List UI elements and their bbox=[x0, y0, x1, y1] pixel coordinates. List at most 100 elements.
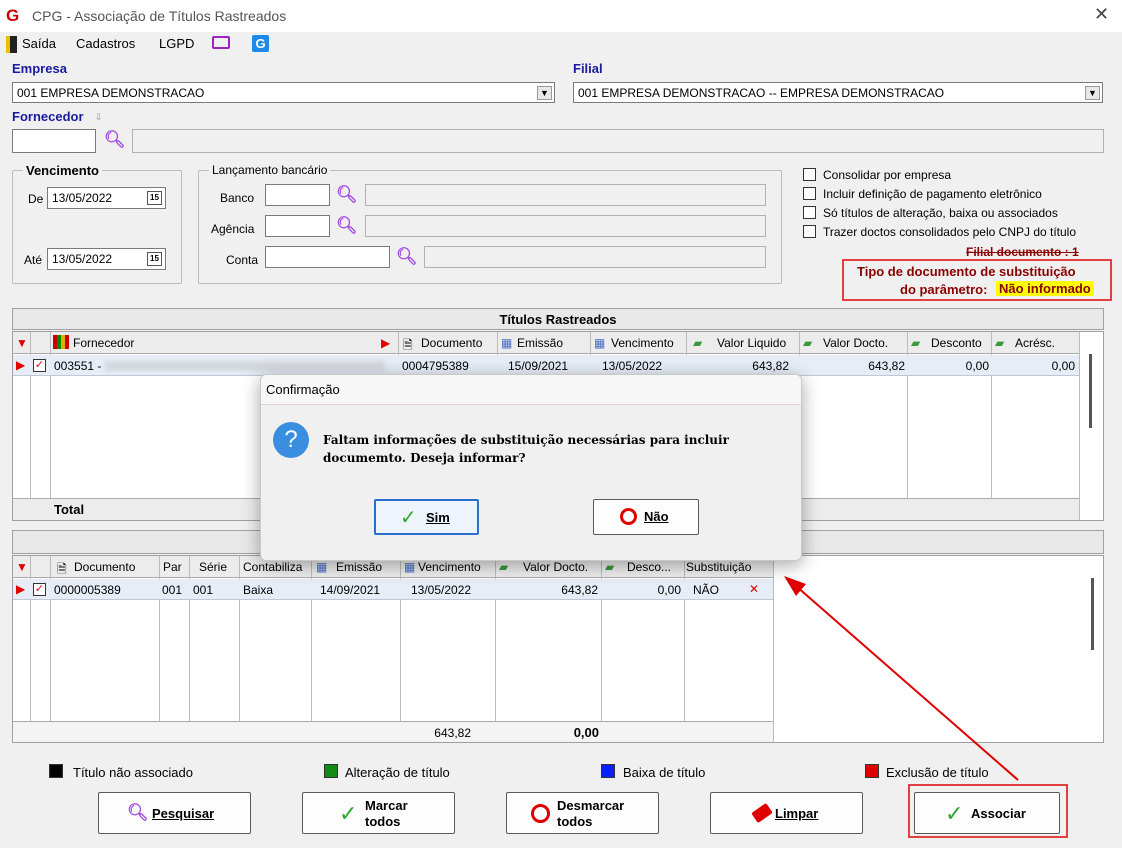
documentos-total-row: 643,82 0,00 bbox=[13, 721, 773, 742]
monitor-icon[interactable] bbox=[212, 36, 230, 49]
sim-button[interactable]: ✓ Sim bbox=[374, 499, 479, 535]
row-valor-liquido: 643,82 bbox=[752, 359, 789, 373]
fornecedor-search-icon[interactable]: 🔍︎ bbox=[104, 131, 126, 148]
scrollbar-thumb[interactable] bbox=[1089, 354, 1092, 428]
col-fornecedor[interactable]: Fornecedor bbox=[73, 336, 134, 350]
nao-button[interactable]: Não bbox=[593, 499, 699, 535]
agencia-search-icon[interactable]: 🔍︎ bbox=[336, 217, 358, 234]
calendar-icon: ▦ bbox=[501, 336, 513, 350]
legend-nao-associado: Título não associado bbox=[73, 765, 193, 780]
calendar-icon[interactable]: 15 bbox=[147, 252, 162, 266]
menu-saida[interactable]: Saída bbox=[22, 36, 56, 51]
scrollbar-thumb[interactable] bbox=[1091, 578, 1094, 650]
row2-par: 001 bbox=[162, 583, 183, 597]
menu-cadastros[interactable]: Cadastros bbox=[76, 36, 135, 51]
consolidar-label: Consolidar por empresa bbox=[823, 168, 952, 182]
row2-valor-docto: 643,82 bbox=[561, 583, 598, 597]
money-icon: ▰ bbox=[693, 336, 703, 350]
col2-vencimento[interactable]: Vencimento bbox=[418, 560, 481, 574]
dropdown-arrow-icon[interactable]: ▼ bbox=[537, 86, 552, 100]
row-checkbox[interactable]: ✓ bbox=[33, 583, 46, 596]
row-fornecedor: 003551 - bbox=[54, 359, 102, 373]
prohibit-icon bbox=[531, 804, 550, 823]
money-icon: ▰ bbox=[911, 336, 921, 350]
total-label: Total bbox=[54, 502, 85, 517]
calendar-icon: ▦ bbox=[404, 560, 416, 574]
legend-swatch-nao-associado bbox=[49, 764, 63, 778]
check-icon: ✓ bbox=[945, 801, 964, 826]
marcar-todos-button[interactable]: ✓ Marcar todos bbox=[302, 792, 455, 834]
col-emissao[interactable]: Emissão bbox=[517, 336, 563, 350]
col2-serie[interactable]: Série bbox=[199, 560, 227, 574]
sim-label: Sim bbox=[426, 510, 450, 525]
marcar-label2: todos bbox=[365, 814, 401, 829]
associar-button[interactable]: ✓ Associar bbox=[914, 792, 1060, 834]
col2-valor-docto[interactable]: Valor Docto. bbox=[523, 560, 588, 574]
ate-date-input[interactable]: 13/05/2022 15 bbox=[47, 248, 166, 270]
desmarcar-label1: Desmarcar bbox=[557, 798, 625, 813]
ate-label: Até bbox=[24, 253, 43, 267]
row-pointer-icon: ▶ bbox=[16, 358, 26, 372]
limpar-button[interactable]: Limpar bbox=[710, 792, 863, 834]
question-icon: ? bbox=[273, 422, 309, 458]
agencia-input[interactable] bbox=[265, 215, 330, 237]
consolidar-checkbox[interactable] bbox=[803, 168, 816, 181]
banco-input[interactable] bbox=[265, 184, 330, 206]
pesquisar-button[interactable]: 🔍︎ Pesquisar bbox=[98, 792, 251, 834]
col2-substituicao[interactable]: Substituição bbox=[686, 560, 751, 574]
row-documento: 0004795389 bbox=[402, 359, 469, 373]
empresa-select[interactable]: 001 EMPRESA DEMONSTRACAO ▼ bbox=[12, 82, 555, 103]
g-app-icon[interactable]: G bbox=[252, 35, 269, 52]
titulos-rastreados-header: Títulos Rastreados bbox=[12, 308, 1104, 330]
nao-label: Não bbox=[644, 509, 669, 524]
table-row[interactable]: ▶ ✓ 003551 - 0004795389 15/09/2021 13/05… bbox=[13, 355, 1079, 376]
menu-bar: Saída Cadastros LGPD G bbox=[0, 32, 1122, 56]
conta-input[interactable] bbox=[265, 246, 390, 268]
row-checkbox[interactable]: ✓ bbox=[33, 359, 46, 372]
fornecedor-name-input bbox=[132, 129, 1104, 153]
de-date-value: 13/05/2022 bbox=[52, 191, 113, 205]
close-icon[interactable]: ✕ bbox=[1094, 4, 1109, 25]
trazer-doctos-checkbox[interactable] bbox=[803, 225, 816, 238]
pagamento-eletronico-checkbox[interactable] bbox=[803, 187, 816, 200]
conta-name-input bbox=[424, 246, 766, 268]
de-date-input[interactable]: 13/05/2022 15 bbox=[47, 187, 166, 209]
conta-search-icon[interactable]: 🔍︎ bbox=[396, 248, 418, 265]
sort-arrow-icon: ▼ bbox=[16, 560, 28, 574]
col-valor-liquido[interactable]: Valor Liquido bbox=[717, 336, 786, 350]
so-titulos-label: Só títulos de alteração, baixa ou associ… bbox=[823, 206, 1058, 220]
col-documento[interactable]: Documento bbox=[421, 336, 482, 350]
banco-search-icon[interactable]: 🔍︎ bbox=[336, 186, 358, 203]
search-icon: 🔍︎ bbox=[127, 803, 149, 822]
col2-desconto[interactable]: Desco... bbox=[627, 560, 671, 574]
col2-emissao[interactable]: Emissão bbox=[336, 560, 382, 574]
col2-documento[interactable]: Documento bbox=[74, 560, 135, 574]
filial-label: Filial bbox=[573, 61, 603, 76]
col-valor-docto[interactable]: Valor Docto. bbox=[823, 336, 888, 350]
de-label: De bbox=[28, 192, 44, 206]
fornecedor-col-icon bbox=[53, 335, 69, 349]
col-desconto[interactable]: Desconto bbox=[931, 336, 982, 350]
row-desconto: 0,00 bbox=[965, 359, 989, 373]
col-vencimento[interactable]: Vencimento bbox=[611, 336, 674, 350]
dropdown-arrow-icon[interactable]: ▼ bbox=[1085, 86, 1100, 100]
exit-icon[interactable] bbox=[6, 36, 17, 53]
col-acresc[interactable]: Acrésc. bbox=[1015, 336, 1055, 350]
so-titulos-checkbox[interactable] bbox=[803, 206, 816, 219]
document-icon: 🗎 bbox=[403, 338, 413, 352]
banco-label: Banco bbox=[220, 191, 255, 205]
table-row[interactable]: ▶ ✓ 0000005389 001 001 Baixa 14/09/2021 … bbox=[13, 579, 773, 600]
empresa-label: Empresa bbox=[12, 61, 67, 76]
col2-par[interactable]: Par bbox=[163, 560, 182, 574]
col2-contabiliza[interactable]: Contabiliza bbox=[243, 560, 302, 574]
filial-select[interactable]: 001 EMPRESA DEMONSTRACAO -- EMPRESA DEMO… bbox=[573, 82, 1103, 103]
window-title: CPG - Associação de Títulos Rastreados bbox=[32, 8, 287, 24]
fornecedor-code-input[interactable] bbox=[12, 129, 96, 153]
filter-icon: ⇩ bbox=[95, 112, 103, 122]
menu-lgpd[interactable]: LGPD bbox=[159, 36, 194, 51]
calendar-icon[interactable]: 15 bbox=[147, 191, 162, 205]
annotation-arrow bbox=[784, 576, 1019, 781]
delete-icon[interactable]: ✕ bbox=[749, 582, 759, 596]
title-bar: G CPG - Associação de Títulos Rastreados… bbox=[0, 0, 1122, 32]
desmarcar-todos-button[interactable]: Desmarcar todos bbox=[506, 792, 659, 834]
